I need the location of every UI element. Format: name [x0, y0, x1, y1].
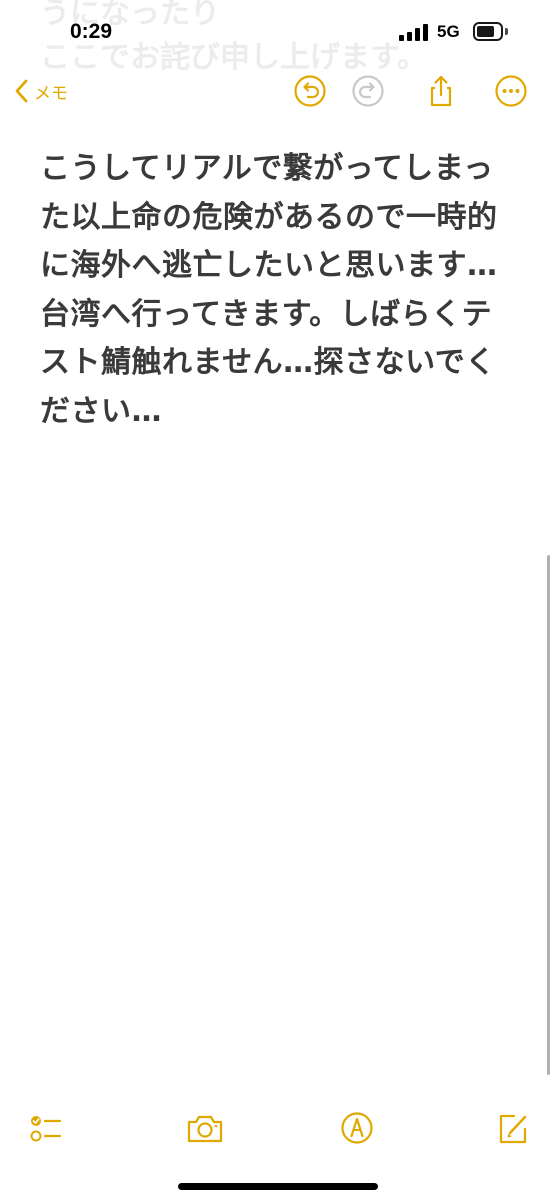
status-time: 0:29: [70, 20, 113, 43]
home-indicator[interactable]: [178, 1183, 378, 1190]
more-icon[interactable]: [494, 74, 528, 108]
camera-icon[interactable]: [185, 1110, 225, 1146]
battery-cap: [505, 28, 508, 35]
compose-icon[interactable]: [494, 1110, 534, 1146]
share-icon[interactable]: [424, 74, 458, 108]
status-bar: 0:29 5G: [0, 0, 555, 66]
back-button-label: メモ: [34, 83, 68, 104]
undo-icon[interactable]: [293, 74, 327, 108]
network-type-label: 5G: [437, 22, 460, 41]
nav-bar: メモ: [0, 66, 555, 116]
scroll-indicator[interactable]: [547, 555, 550, 1075]
note-body-text[interactable]: こうしてリアルで繋がってしまった以上命の危険があるので一時的に海外へ逃亡したいと…: [40, 145, 520, 436]
checklist-icon[interactable]: [28, 1110, 68, 1146]
markup-icon[interactable]: [337, 1110, 377, 1146]
redo-icon[interactable]: [351, 74, 385, 108]
battery-icon: [473, 22, 503, 41]
battery-fill: [477, 26, 494, 37]
cellular-signal-icon: [399, 24, 429, 41]
bottom-toolbar: [0, 1100, 555, 1160]
back-button[interactable]: メモ: [14, 76, 68, 106]
chevron-left-icon: [14, 79, 28, 103]
